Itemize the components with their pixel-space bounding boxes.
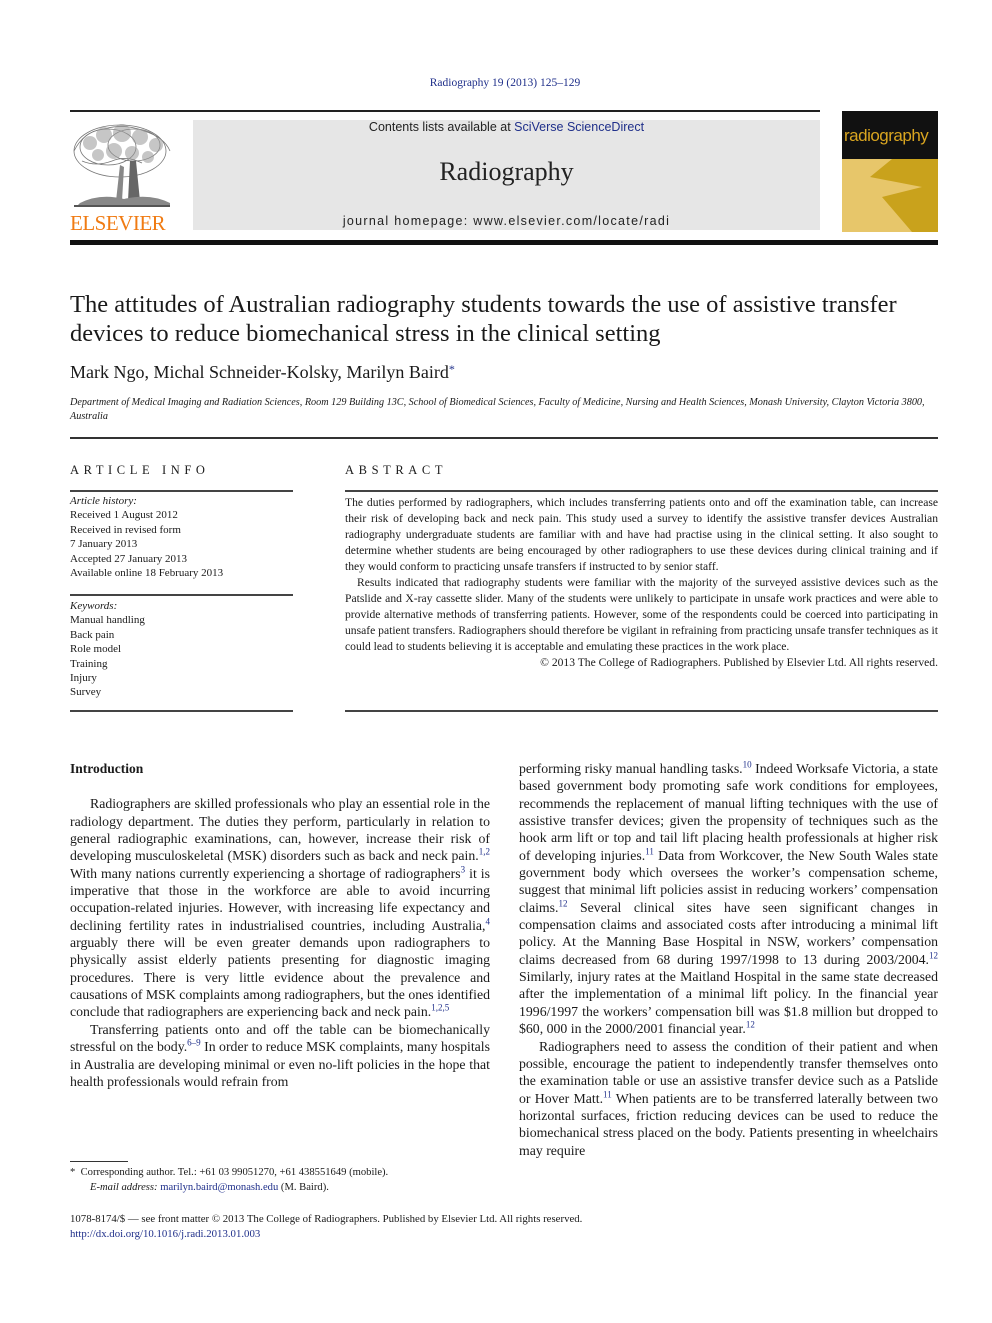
header-top-rule [70,110,820,112]
keywords-label: Keywords: [70,600,118,612]
journal-name: Radiography [439,157,574,186]
article-info-rule-top [70,490,293,492]
history-item: Available online 18 February 2013 [70,567,224,580]
keyword-item: Survey [70,686,102,699]
history-item: Received in revised form [70,523,181,536]
reference-citation-link[interactable]: 6–9 [187,1038,201,1048]
homepage-url-link[interactable]: www.elsevier.com/locate/radi [473,214,670,228]
body-paragraph: Radiographers are skilled professionals … [70,796,491,1020]
article-history: Article history: Received 1 August 2012 … [70,494,223,580]
journal-homepage-line: journal homepage: www.elsevier.com/locat… [193,214,820,228]
contents-prefix: Contents lists available at [368,120,515,134]
reference-citation-link[interactable]: 12 [929,950,938,960]
history-item: 7 January 2013 [70,538,138,551]
footnote-marker: * [70,1167,76,1178]
front-matter-text: 1078-8174/$ — see front matter © 2013 Th… [70,1213,583,1225]
journal-cover-thumbnail[interactable]: radiography [842,111,938,232]
front-matter-block: 1078-8174/$ — see front matter © 2013 Th… [70,1212,770,1241]
section-heading-introduction: Introduction [70,761,144,776]
keyword-item: Back pain [70,628,115,641]
corresponding-author-marker[interactable]: * [449,362,455,376]
reference-citation-link[interactable]: 3 [461,864,466,874]
email-suffix: (M. Baird). [278,1181,329,1193]
journal-citation-link[interactable]: Radiography 19 (2013) 125–129 [0,77,992,89]
keyword-item: Training [70,657,108,670]
contents-available-line: Contents lists available at SciVerse Sci… [193,120,820,134]
reference-citation-link[interactable]: 11 [645,846,654,856]
reference-citation-link[interactable]: 1,2,5 [431,1003,449,1013]
abstract-rule-bottom [345,710,938,712]
abstract-body: The duties performed by radiographers, w… [345,495,938,671]
reference-citation-link[interactable]: 12 [746,1020,755,1030]
abstract-rule-top [345,490,938,492]
abstract-heading: ABSTRACT [345,463,448,477]
history-item: Received 1 August 2012 [70,509,178,522]
cover-title: radiography [844,126,929,145]
sciencedirect-link[interactable]: SciVerse ScienceDirect [514,120,644,134]
body-paragraph: Transferring patients onto and off the t… [70,1021,490,1089]
corresponding-author-footnote: * Corresponding author. Tel.: +61 03 990… [70,1166,490,1195]
history-label: Article history: [70,495,137,507]
email-label: E-mail address: [90,1181,158,1193]
author-email-link[interactable]: marilyn.baird@monash.edu [160,1182,278,1193]
body-paragraph: performing risky manual handling tasks.1… [519,759,939,1037]
body-right-column: performing risky manual handling tasks.1… [519,760,938,1159]
reference-citation-link[interactable]: 11 [603,1089,612,1099]
keyword-item: Manual handling [70,614,145,627]
reference-citation-link[interactable]: 4 [486,916,491,926]
article-info-rule-bottom [70,710,293,712]
header-bottom-rule [70,240,938,245]
body-paragraph: Radiographers need to assess the conditi… [519,1038,938,1158]
affiliation-rule [70,437,938,439]
homepage-prefix: journal homepage: [342,214,474,228]
author-list: Mark Ngo, Michal Schneider-Kolsky, Maril… [70,362,455,383]
article-title: The attitudes of Australian radiography … [70,291,897,347]
tree-icon [70,121,174,209]
reference-citation-link[interactable]: 1,2 [479,847,490,857]
article-info-heading: ARTICLE INFO [70,463,210,477]
doi-link[interactable]: http://dx.doi.org/10.1016/j.radi.2013.01… [70,1227,770,1242]
footnote-rule [70,1161,128,1162]
journal-masthead: Contents lists available at SciVerse Sci… [193,120,820,230]
keyword-item: Injury [70,672,97,685]
reference-citation-link[interactable]: 10 [743,759,752,769]
abstract-paragraph: Results indicated that radiography stude… [345,576,938,653]
keywords-list: Keywords: Manual handling Back pain Role… [70,599,145,700]
history-item: Accepted 27 January 2013 [70,552,187,565]
reference-citation-link[interactable]: 12 [558,898,567,908]
abstract-paragraph: The duties performed by radiographers, w… [345,496,938,573]
keyword-item: Role model [70,643,122,656]
authors-text: Mark Ngo, Michal Schneider-Kolsky, Maril… [70,362,449,382]
footnote-contact: Corresponding author. Tel.: +61 03 99051… [80,1167,389,1178]
author-affiliation: Department of Medical Imaging and Radiat… [70,397,925,422]
article-info-rule-middle [70,594,293,596]
abstract-copyright: © 2013 The College of Radiographers. Pub… [540,656,938,669]
body-left-column: Introduction Radiographers are skilled p… [70,760,490,1090]
cover-star-graphic [842,159,922,232]
elsevier-wordmark: ELSEVIER [70,211,166,235]
